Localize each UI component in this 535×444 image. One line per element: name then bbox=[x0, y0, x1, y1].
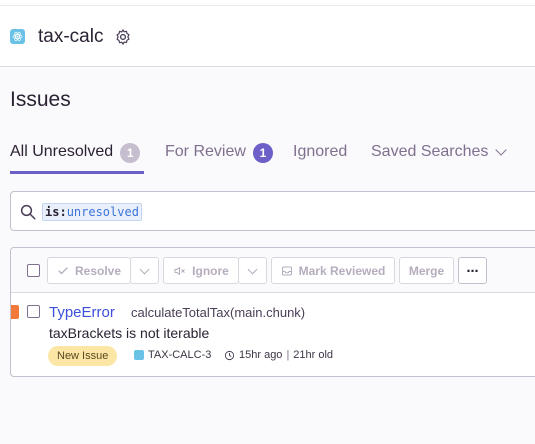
more-actions-button[interactable]: ⋯ bbox=[458, 257, 487, 284]
page-title: Issues bbox=[10, 88, 71, 111]
mark-reviewed-label: Mark Reviewed bbox=[298, 263, 386, 278]
issue-message: taxBrackets is not iterable bbox=[49, 325, 210, 341]
ellipsis-icon: ⋯ bbox=[466, 263, 479, 278]
ignore-dropdown-button[interactable] bbox=[238, 257, 267, 284]
issue-culprit: calculateTotalTax(main.chunk) bbox=[131, 305, 306, 320]
tab-ignored[interactable]: Ignored bbox=[293, 140, 347, 174]
ignore-button[interactable]: Ignore bbox=[163, 257, 239, 284]
react-icon bbox=[134, 350, 144, 360]
react-icon bbox=[10, 29, 25, 44]
tab-count-badge: 1 bbox=[252, 143, 273, 163]
issue-times: 15hr ago | 21hr old bbox=[224, 349, 333, 361]
tab-label: Ignored bbox=[293, 143, 348, 160]
tab-count-badge: 1 bbox=[120, 143, 141, 163]
clock-icon bbox=[224, 350, 235, 360]
mute-icon bbox=[174, 266, 186, 275]
tab-label: Saved Searches bbox=[371, 143, 489, 160]
issue-checkbox[interactable] bbox=[27, 305, 40, 318]
issue-list-actions: Resolve Ignore Mark Reviewed Merge ⋯ bbox=[11, 248, 535, 293]
first-seen-age: 21hr old bbox=[293, 349, 334, 361]
select-all-checkbox[interactable] bbox=[27, 264, 40, 277]
new-issue-badge: New Issue bbox=[48, 346, 118, 366]
inbox-icon bbox=[281, 266, 292, 275]
merge-label: Merge bbox=[408, 263, 445, 278]
resolve-dropdown-button[interactable] bbox=[130, 257, 159, 284]
short-id-text: TAX-CALC-3 bbox=[148, 349, 212, 361]
merge-button[interactable]: Merge bbox=[399, 257, 454, 284]
check-icon bbox=[58, 266, 68, 274]
ignore-label: Ignore bbox=[192, 263, 229, 278]
search-query-value: unresolved bbox=[66, 205, 139, 219]
issue-title-link[interactable]: TypeError bbox=[49, 304, 115, 321]
chevron-down-icon bbox=[495, 144, 508, 156]
chevron-down-icon bbox=[139, 264, 150, 274]
issue-list: Resolve Ignore Mark Reviewed Merge ⋯ Typ… bbox=[10, 247, 535, 377]
tab-saved-searches[interactable]: Saved Searches bbox=[371, 140, 508, 174]
issue-tabs: All Unresolved 1 For Review 1 Ignored Sa… bbox=[0, 140, 535, 174]
level-indicator bbox=[11, 305, 19, 319]
top-divider bbox=[0, 0, 535, 6]
last-seen: 15hr ago bbox=[239, 349, 283, 361]
resolve-button[interactable]: Resolve bbox=[47, 257, 131, 284]
tab-label: For Review bbox=[165, 143, 246, 160]
search-icon bbox=[20, 204, 36, 220]
search-query-token[interactable]: is:unresolved bbox=[42, 203, 142, 221]
tab-all-unresolved[interactable]: All Unresolved 1 bbox=[10, 140, 144, 174]
tab-for-review[interactable]: For Review 1 bbox=[165, 140, 273, 174]
resolve-label: Resolve bbox=[74, 263, 122, 278]
chevron-down-icon bbox=[247, 264, 258, 274]
issue-short-id[interactable]: TAX-CALC-3 bbox=[134, 349, 211, 361]
gear-icon[interactable] bbox=[114, 28, 132, 46]
issue-row[interactable]: TypeError calculateTotalTax(main.chunk) … bbox=[11, 294, 535, 376]
project-header: tax-calc bbox=[0, 0, 535, 67]
tab-label: All Unresolved bbox=[10, 143, 114, 160]
search-input[interactable]: is:unresolved bbox=[10, 191, 535, 231]
search-query-key: is: bbox=[45, 205, 67, 219]
meta-divider: | bbox=[286, 349, 290, 361]
project-name: tax-calc bbox=[38, 26, 104, 47]
mark-reviewed-button[interactable]: Mark Reviewed bbox=[271, 257, 395, 284]
